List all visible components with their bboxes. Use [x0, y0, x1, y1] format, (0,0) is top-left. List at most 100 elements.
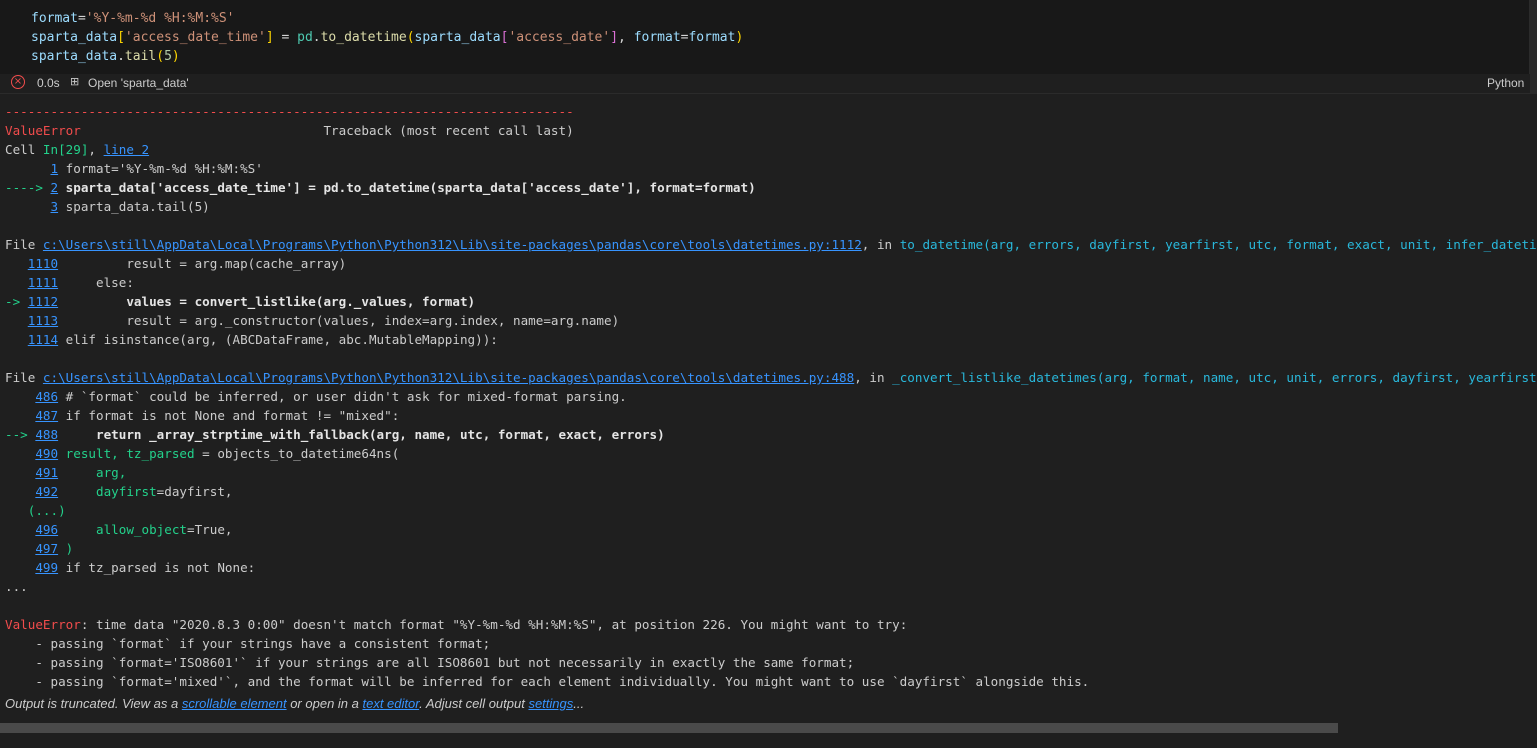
line-number-link[interactable]: 1112: [28, 294, 58, 309]
token: '%Y-%m-%d %H:%M:%S': [85, 11, 235, 26]
line-number-link[interactable]: 1: [51, 161, 59, 176]
line-arrow: [5, 161, 51, 176]
token: =: [77, 11, 86, 26]
line-code: format='%Y-%m-%d %H:%M:%S': [58, 161, 263, 176]
line-number-link[interactable]: 491: [35, 465, 58, 480]
text-editor-link[interactable]: text editor: [362, 696, 419, 711]
line-number-link[interactable]: 3: [51, 199, 59, 214]
traceback-dashes: ----------------------------------------…: [5, 104, 574, 119]
frame0-line: 3 sparta_data.tail(5): [5, 197, 210, 216]
line-arrow: ->: [5, 294, 28, 309]
line-number-link[interactable]: 486: [35, 389, 58, 404]
line-arrow: [5, 332, 28, 347]
line-code: sparta_data['access_date_time'] = pd.to_…: [58, 180, 756, 195]
execution-time: 0.0s: [37, 76, 60, 90]
open-variable-button[interactable]: Open 'sparta_data': [88, 76, 189, 90]
token: format: [688, 30, 736, 45]
traceback-label: Traceback (most recent call last): [80, 123, 574, 138]
variable-explorer-icon[interactable]: ⊞: [70, 75, 84, 88]
output-horizontal-scrollbar[interactable]: [0, 723, 1338, 733]
line-code-rest: = objects_to_datetime64ns(: [194, 446, 400, 461]
frame2-line: 490 result, tz_parsed = objects_to_datet…: [5, 444, 399, 463]
line-number-link[interactable]: 2: [51, 180, 59, 195]
code-line-2[interactable]: sparta_data['access_date_time'] = pd.to_…: [31, 28, 743, 47]
traceback-header: ValueError Traceback (most recent call l…: [5, 121, 574, 140]
line-number-link[interactable]: 1113: [28, 313, 58, 328]
file-location: File c:\Users\still\AppData\Local\Progra…: [5, 368, 1537, 387]
line-code: elif isinstance(arg, (ABCDataFrame, abc.…: [58, 332, 498, 347]
cell-sep: ,: [88, 142, 104, 157]
line-number-link[interactable]: 1114: [28, 332, 58, 347]
line-code-bold: convert_listlike(arg._values, format): [194, 294, 476, 309]
line-number-link[interactable]: 487: [35, 408, 58, 423]
line-number-link[interactable]: 497: [35, 541, 58, 556]
error-hint: - passing `format='ISO8601'` if your str…: [5, 655, 855, 670]
line-number-link[interactable]: 492: [35, 484, 58, 499]
editor-vertical-scrollbar[interactable]: [1529, 0, 1537, 94]
line-code: sparta_data.tail(5): [58, 199, 210, 214]
function-signature: to_datetime(arg, errors, dayfirst, yearf…: [899, 237, 1537, 252]
token: sparta_data: [31, 49, 118, 64]
frame1-line: 1110 result = arg.map(cache_array): [5, 254, 346, 273]
line-code: if tz_parsed is not None:: [58, 560, 256, 575]
cell-status-bar: × 0.0s ⊞ Open 'sparta_data' Python: [0, 74, 1530, 93]
line-code: result = arg._constructor(values, index=…: [58, 313, 620, 328]
line-number-link[interactable]: 496: [35, 522, 58, 537]
cell-reference: Cell In[29], line 2: [5, 140, 149, 159]
code-editor[interactable]: format='%Y-%m-%d %H:%M:%S' sparta_data['…: [0, 0, 1530, 74]
frame1-line: 1111 else:: [5, 273, 134, 292]
line-code: result = arg.map(cache_array): [58, 256, 347, 271]
cell-ref: In[29]: [42, 142, 89, 157]
frame1-line: -> 1112 values = convert_listlike(arg._v…: [5, 292, 475, 311]
error-message: : time data "2020.8.3 0:00" doesn't matc…: [80, 617, 908, 632]
line-arrow: [5, 484, 35, 499]
file-path-link[interactable]: c:\Users\still\AppData\Local\Programs\Py…: [43, 237, 862, 252]
line-arrow: [5, 275, 28, 290]
line-code: else:: [58, 275, 134, 290]
final-error: ValueError: time data "2020.8.3 0:00" do…: [5, 615, 907, 634]
code-line-3[interactable]: sparta_data.tail(5): [31, 47, 180, 66]
line-arrow: [5, 541, 35, 556]
line-number-link[interactable]: 488: [35, 427, 58, 442]
line-number-link[interactable]: 499: [35, 560, 58, 575]
line-arrow: -->: [5, 427, 36, 442]
token: 'access_date_time': [124, 30, 266, 45]
code-line-1[interactable]: format='%Y-%m-%d %H:%M:%S': [31, 9, 235, 28]
line-code: if format is not None and format != "mix…: [58, 408, 400, 423]
scrollable-element-link[interactable]: scrollable element: [182, 696, 287, 711]
line-code-bold: return _array_strptime_with_fallback(arg…: [58, 427, 665, 442]
line-code: allow_object: [58, 522, 187, 537]
token: format: [31, 11, 78, 26]
line-number-link[interactable]: 1110: [28, 256, 58, 271]
line-number-link[interactable]: 1111: [28, 275, 58, 290]
token: [: [117, 30, 125, 45]
line-code: values =: [58, 294, 195, 309]
error-hint: - passing `format='mixed'`, and the form…: [5, 674, 1090, 689]
error-icon: ×: [11, 75, 25, 89]
line-number-link[interactable]: 490: [35, 446, 58, 461]
frame2-line: 497 ): [5, 539, 73, 558]
token: .: [117, 49, 125, 64]
file-path-link[interactable]: c:\Users\still\AppData\Local\Programs\Py…: [43, 370, 854, 385]
function-signature: _convert_listlike_datetimes(arg, format,…: [892, 370, 1537, 385]
file-location: File c:\Users\still\AppData\Local\Progra…: [5, 235, 1537, 254]
line-arrow: [5, 446, 35, 461]
footer-text: . Adjust cell output: [419, 696, 529, 711]
cell-line-link[interactable]: line 2: [104, 142, 150, 157]
error-name: ValueError: [5, 617, 81, 632]
token: sparta_data: [31, 30, 118, 45]
token: ): [171, 49, 180, 64]
cell-language[interactable]: Python: [1487, 76, 1524, 90]
frame0-line: 1 format='%Y-%m-%d %H:%M:%S': [5, 159, 263, 178]
line-arrow: [5, 256, 28, 271]
line-code: # `format` could be inferred, or user di…: [58, 389, 627, 404]
token: (: [156, 49, 165, 64]
line-code-rest: =True,: [187, 522, 233, 537]
notebook-cell: format='%Y-%m-%d %H:%M:%S' sparta_data['…: [0, 0, 1537, 748]
line-arrow: [5, 408, 35, 423]
token: pd: [297, 30, 313, 45]
skipped-lines: (...): [5, 503, 66, 518]
token: ): [735, 30, 744, 45]
settings-link[interactable]: settings: [528, 696, 573, 711]
line-code-rest: =dayfirst,: [156, 484, 233, 499]
